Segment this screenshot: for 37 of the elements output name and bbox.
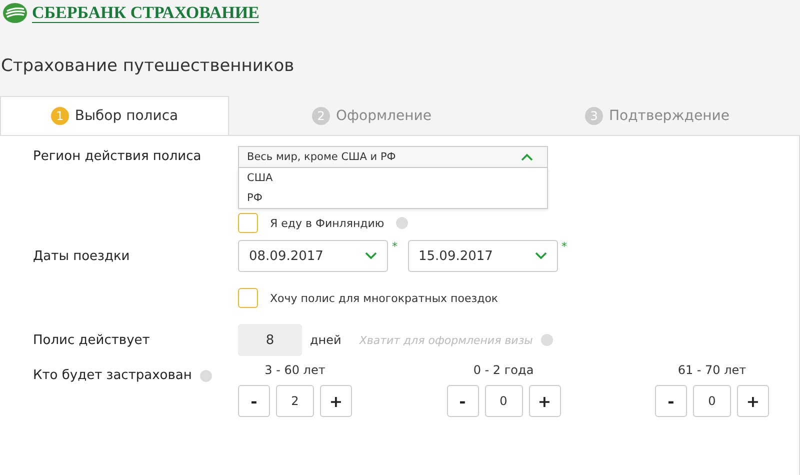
age-group-label: 3 - 60 лет bbox=[264, 363, 326, 377]
field-label: Полис действует bbox=[32, 332, 151, 348]
checkbox[interactable] bbox=[238, 288, 258, 308]
checkbox[interactable] bbox=[238, 213, 258, 233]
count-field: 2 bbox=[276, 385, 314, 417]
logo-icon bbox=[2, 2, 28, 24]
checkbox-label: Я еду в Финляндию bbox=[270, 216, 384, 230]
page-title: Страхование путешественников bbox=[1, 56, 296, 78]
age-group-label: 61 - 70 лет bbox=[678, 363, 746, 377]
plus-button[interactable]: + bbox=[737, 385, 769, 417]
plus-button[interactable]: + bbox=[320, 385, 352, 417]
unit-label: дней bbox=[310, 333, 342, 347]
date-field[interactable]: 08.09.2017 bbox=[238, 240, 388, 272]
chevron-down-icon bbox=[365, 252, 377, 260]
count-field: 0 bbox=[693, 385, 731, 417]
field-label: Даты поездки bbox=[32, 248, 131, 264]
chevron-down-icon bbox=[534, 252, 546, 260]
checkbox-label: Хочу полис для многократных поездок bbox=[270, 292, 498, 304]
age-group-label: 0 - 2 года bbox=[473, 363, 534, 377]
count-field: 0 bbox=[484, 385, 522, 417]
days-field: 8 bbox=[238, 324, 302, 356]
minus-button[interactable]: - bbox=[238, 385, 270, 417]
field-label: Регион действия полиса bbox=[32, 148, 202, 164]
chevron-up-icon bbox=[521, 153, 533, 161]
date-field[interactable]: 15.09.2017 bbox=[408, 240, 558, 272]
field-label: Кто будет застрахован bbox=[33, 368, 192, 383]
logo-text: СБЕРБАНК СТРАХОВАНИЕ bbox=[32, 4, 260, 22]
required-mark: * bbox=[562, 240, 567, 253]
minus-button[interactable]: - bbox=[446, 385, 478, 417]
required-mark: * bbox=[392, 240, 398, 253]
dropdown-option[interactable]: США bbox=[239, 168, 547, 188]
step-tab[interactable]: 1 Выбор полиса bbox=[0, 96, 229, 135]
plus-button[interactable]: + bbox=[528, 385, 560, 417]
region-dropdown[interactable]: Весь мир, кроме США и РФ bbox=[238, 146, 548, 168]
hint-text: Хватит для оформления визы bbox=[359, 334, 533, 346]
dropdown-option[interactable]: РФ bbox=[239, 188, 547, 208]
minus-button[interactable]: - bbox=[655, 385, 687, 417]
